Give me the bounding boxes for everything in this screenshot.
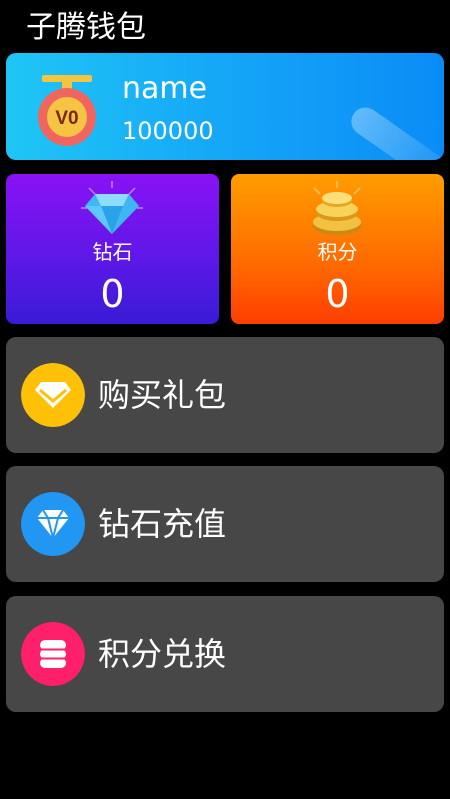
diamond-icon — [81, 181, 143, 234]
points-exchange-label: 积分兑换 — [98, 635, 227, 673]
points-exchange-button[interactable]: 积分兑换 — [6, 596, 444, 712]
diamond-label: 钻石 — [92, 240, 133, 264]
medal-icon: V0 — [38, 75, 96, 146]
app-title: 子腾钱包 — [26, 10, 146, 45]
decorative-stripe — [345, 101, 444, 160]
points-value: 0 — [325, 272, 350, 316]
gift-diamond-icon — [21, 363, 85, 427]
diamond-stat-card[interactable]: 钻石 0 — [6, 174, 219, 324]
coin-stack-icon — [313, 181, 361, 235]
points-stat-card[interactable]: 积分 0 — [231, 174, 444, 324]
profile-card[interactable]: V0 name 100000 — [6, 53, 444, 160]
username: name — [122, 71, 208, 106]
diamond-recharge-label: 钻石充值 — [98, 505, 227, 543]
diamond-value: 0 — [100, 272, 125, 316]
diamond-recharge-button[interactable]: 钻石充值 — [6, 466, 444, 582]
buy-gift-pack-label: 购买礼包 — [98, 376, 227, 414]
points-label: 积分 — [317, 240, 358, 264]
balance-value: 100000 — [122, 117, 214, 145]
diamond-icon — [21, 492, 85, 556]
svg-text:V0: V0 — [55, 108, 78, 129]
buy-gift-pack-button[interactable]: 购买礼包 — [6, 337, 444, 453]
database-icon — [21, 622, 85, 686]
